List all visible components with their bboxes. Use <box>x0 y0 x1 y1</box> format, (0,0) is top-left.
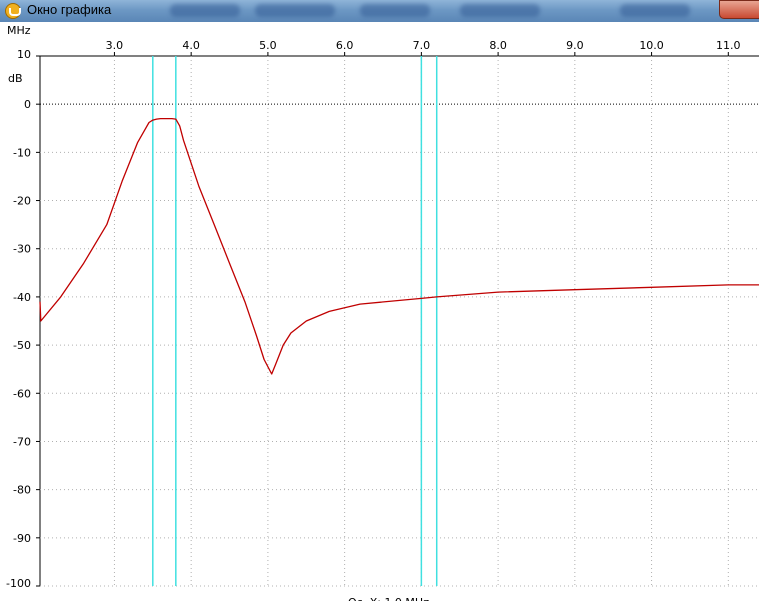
x-tick-label: 4.0 <box>182 39 200 52</box>
x-tick-label: 5.0 <box>259 39 277 52</box>
y-tick-label: -80 <box>13 484 31 497</box>
x-tick-label: 9.0 <box>566 39 584 52</box>
y-tick-label: 10 <box>17 48 31 61</box>
x-tick-label: 11.0 <box>716 39 741 52</box>
blurred-menu-item <box>170 4 240 17</box>
y-tick-label: -60 <box>13 387 31 400</box>
window-titlebar[interactable]: Окно графика <box>0 0 759 22</box>
frequency-response-chart[interactable]: 3.0 4.0 5.0 6.0 7.0 8.0 9.0 10.0 11.0 10 0 -10 -20 -3… <box>0 22 759 605</box>
y-unit-label: dB <box>8 72 23 85</box>
blurred-menu-item <box>255 4 335 17</box>
window-title: Окно графика <box>27 2 112 17</box>
app-logo-icon[interactable] <box>5 3 21 19</box>
y-tick-label: -30 <box>13 243 31 256</box>
x-tick-label: 7.0 <box>413 39 431 52</box>
y-tick-label: -100 <box>6 577 31 590</box>
x-tick-label: 10.0 <box>639 39 664 52</box>
x-unit-label: MHz <box>7 24 31 37</box>
y-tick-label: -70 <box>13 435 31 448</box>
x-scale-status: Ос. X: 1.0 MHz <box>348 596 429 601</box>
graph-panel[interactable]: 3.0 4.0 5.0 6.0 7.0 8.0 9.0 10.0 11.0 10 0 -10 -20 -3… <box>0 22 759 605</box>
blurred-menu-item <box>460 4 540 17</box>
x-tick-label: 8.0 <box>489 39 507 52</box>
y-tick-label: -20 <box>13 195 31 208</box>
y-tick-label: -40 <box>13 291 31 304</box>
blurred-menu-item <box>360 4 430 17</box>
x-tick-label: 6.0 <box>336 39 354 52</box>
blurred-menu-item <box>620 4 690 17</box>
close-icon[interactable] <box>719 0 759 19</box>
y-tick-label: 0 <box>24 98 31 111</box>
y-tick-label: -90 <box>13 532 31 545</box>
x-tick-label: 3.0 <box>106 39 124 52</box>
y-tick-label: -10 <box>13 146 31 159</box>
y-tick-label: -50 <box>13 339 31 352</box>
